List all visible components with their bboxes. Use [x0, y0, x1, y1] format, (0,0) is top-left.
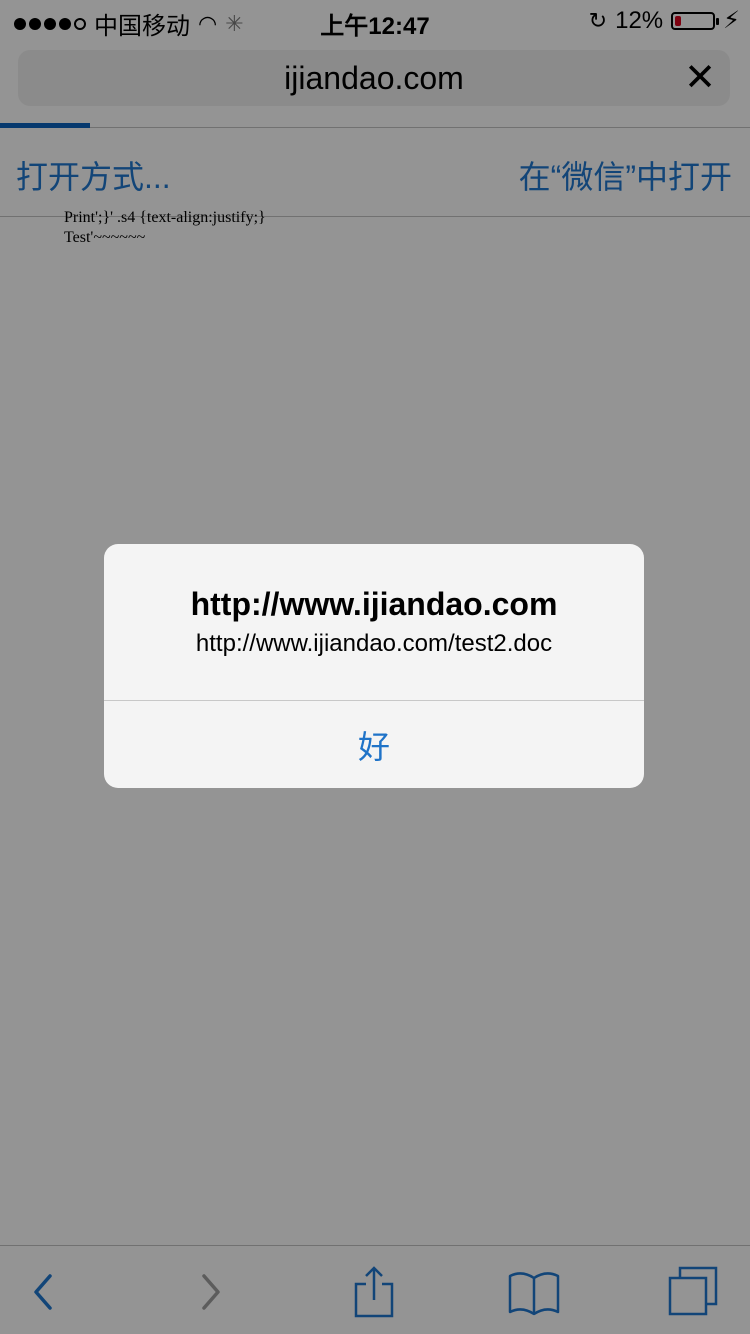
alert-message: http://www.ijiandao.com/test2.doc	[195, 630, 553, 657]
alert-ok-button[interactable]: 好	[104, 701, 644, 788]
alert-title: http://www.ijiandao.com	[190, 586, 558, 622]
alert-dialog: http://www.ijiandao.com http://www.ijian…	[104, 544, 644, 788]
